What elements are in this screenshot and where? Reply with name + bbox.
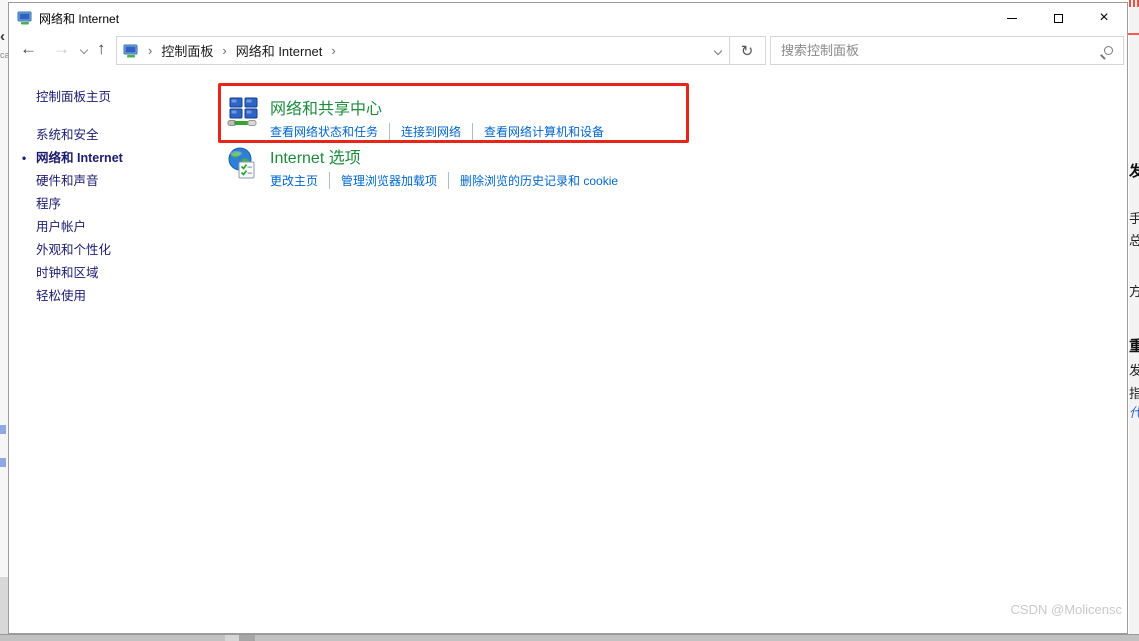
maximize-button[interactable]: [1035, 3, 1081, 33]
network-sharing-center-icon[interactable]: [227, 95, 261, 129]
internet-options-title[interactable]: Internet 选项: [270, 144, 618, 168]
control-panel-window: 网络和 Internet × ← → ↑ › 控制面板 › 网络和 Intern…: [8, 2, 1128, 634]
breadcrumb-separator-icon: ›: [222, 43, 227, 58]
left-blue-mark: [0, 425, 6, 434]
back-button[interactable]: ←: [20, 39, 37, 59]
right-fragment-text: 方: [1129, 284, 1139, 299]
breadcrumb-separator-icon: ›: [331, 43, 336, 58]
forward-button[interactable]: →: [53, 39, 70, 59]
window-title: 网络和 Internet: [39, 11, 120, 26]
task-view-network-status[interactable]: 查看网络状态和任务: [270, 123, 378, 140]
screenshot-stage: ‹ ca 发 手 总 方 重 发 指 代 网络和 Internet: [0, 0, 1139, 641]
right-red-text-fragment: [1129, 0, 1139, 7]
search-input[interactable]: [781, 43, 1104, 58]
content-area: 控制面板主页 系统和安全 • 网络和 Internet 硬件和声音 程序 用户帐户…: [9, 70, 1127, 633]
category-internet-options: Internet 选项 更改主页 管理浏览器加载项 删除浏览的历史记录和 coo…: [227, 144, 618, 189]
address-dropdown-chevron-icon[interactable]: [713, 46, 723, 55]
refresh-button[interactable]: ↻: [729, 36, 766, 65]
background-window-left-sliver: ‹ ca: [0, 0, 8, 641]
selected-bullet-icon: •: [22, 151, 27, 165]
maximize-icon: [1053, 13, 1063, 23]
background-window-right-sliver: 发 手 总 方 重 发 指 代: [1128, 0, 1139, 634]
task-manage-browser-addons[interactable]: 管理浏览器加载项: [329, 172, 437, 189]
sidebar-item-control-panel-home[interactable]: 控制面板主页: [36, 86, 214, 105]
task-change-homepage[interactable]: 更改主页: [270, 172, 318, 189]
sidebar-item-hardware-sound[interactable]: 硬件和声音: [36, 170, 214, 193]
bottom-strip-segment: [225, 635, 239, 641]
close-button[interactable]: ×: [1081, 3, 1127, 33]
left-sliver-shadow: [0, 577, 8, 634]
right-fragment-text: 代: [1129, 402, 1139, 421]
sidebar: 控制面板主页 系统和安全 • 网络和 Internet 硬件和声音 程序 用户帐户…: [9, 70, 214, 308]
right-fragment-text: 重: [1129, 338, 1139, 355]
navigation-bar: ← → ↑ › 控制面板 › 网络和 Internet › ↻: [9, 33, 1127, 70]
background-bottom-strip: [0, 634, 1139, 641]
internet-options-tasks: 更改主页 管理浏览器加载项 删除浏览的历史记录和 cookie: [270, 172, 618, 189]
sidebar-item-label: 网络和 Internet: [36, 151, 123, 165]
internet-options-icon[interactable]: [227, 147, 261, 181]
sidebar-item-ease-of-access[interactable]: 轻松使用: [36, 285, 214, 308]
breadcrumb-network-and-internet[interactable]: 网络和 Internet: [236, 41, 323, 60]
bottom-strip-segment: [239, 635, 255, 641]
minimize-button[interactable]: [989, 3, 1035, 33]
category-text-block: 网络和共享中心 查看网络状态和任务 连接到网络 查看网络计算机和设备: [270, 95, 604, 140]
up-button[interactable]: ↑: [97, 39, 106, 59]
task-delete-history-cookies[interactable]: 删除浏览的历史记录和 cookie: [448, 172, 618, 189]
sidebar-item-user-accounts[interactable]: 用户帐户: [36, 216, 214, 239]
network-sharing-center-title[interactable]: 网络和共享中心: [270, 95, 604, 119]
sidebar-item-programs[interactable]: 程序: [36, 193, 214, 216]
sidebar-item-system-security[interactable]: 系统和安全: [36, 124, 214, 147]
refresh-icon: ↻: [740, 42, 754, 60]
left-fragment-text: ca: [0, 50, 8, 60]
title-bar: 网络和 Internet ×: [9, 3, 1127, 33]
control-panel-icon: [123, 44, 138, 57]
task-connect-to-network[interactable]: 连接到网络: [389, 123, 461, 140]
window-controls: ×: [989, 3, 1127, 33]
task-view-network-computers[interactable]: 查看网络计算机和设备: [472, 123, 604, 140]
sidebar-item-appearance-personalization[interactable]: 外观和个性化: [36, 239, 214, 262]
right-fragment-text: 手: [1129, 211, 1139, 226]
left-fragment-text: ‹: [0, 28, 5, 45]
right-red-rule-fragment: [1128, 33, 1139, 35]
close-icon: ×: [1099, 9, 1109, 26]
watermark: CSDN @Molicensc: [1010, 602, 1122, 617]
right-fragment-text: 发: [1129, 163, 1139, 180]
control-panel-icon: [17, 11, 32, 25]
breadcrumb-control-panel[interactable]: 控制面板: [161, 41, 213, 60]
search-icon: [1104, 46, 1113, 55]
category-network-sharing-center: 网络和共享中心 查看网络状态和任务 连接到网络 查看网络计算机和设备: [227, 95, 604, 140]
right-fragment-text: 指: [1129, 386, 1139, 401]
recent-pages-chevron-icon[interactable]: [79, 45, 89, 55]
breadcrumb-separator-icon: ›: [148, 43, 153, 58]
sidebar-item-clock-region[interactable]: 时钟和区域: [36, 262, 214, 285]
right-fragment-text: 发: [1129, 363, 1139, 378]
network-sharing-center-tasks: 查看网络状态和任务 连接到网络 查看网络计算机和设备: [270, 123, 604, 140]
address-bar[interactable]: › 控制面板 › 网络和 Internet ›: [116, 36, 730, 65]
right-fragment-text: 总: [1129, 233, 1139, 248]
minimize-icon: [1007, 17, 1017, 19]
sidebar-item-network-internet[interactable]: • 网络和 Internet: [22, 147, 214, 170]
left-blue-mark: [0, 458, 6, 467]
search-box[interactable]: [770, 36, 1124, 65]
category-text-block: Internet 选项 更改主页 管理浏览器加载项 删除浏览的历史记录和 coo…: [270, 144, 618, 189]
